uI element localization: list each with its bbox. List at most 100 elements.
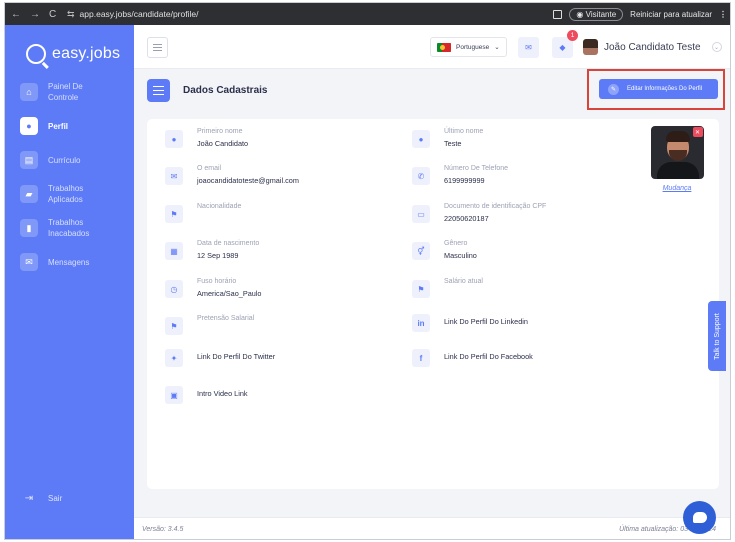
chevron-down-icon: ⌄ — [711, 42, 722, 52]
field-facebook: f Link Do Perfil Do Facebook — [412, 346, 652, 367]
sidebar-item-unfinished-jobs[interactable]: ▮ Trabalhos Inacabados — [5, 211, 134, 245]
field-value: 6199999999 — [444, 176, 485, 185]
field-value[interactable]: Link Do Perfil Do Twitter — [197, 352, 275, 361]
person-icon: ● — [20, 117, 38, 135]
sidebar-menu: ⌂ Painel De Controle ● Perfil ▤ Currícul… — [5, 75, 134, 279]
back-arrow-icon[interactable]: ← — [11, 9, 21, 20]
field-label: O email — [197, 165, 222, 172]
phone-icon: ✆ — [412, 167, 430, 185]
notification-badge: 1 — [567, 30, 578, 41]
logout-label: Sair — [48, 493, 63, 503]
field-first-name: ● Primeiro nome João Candidato — [165, 127, 405, 148]
field-value: João Candidato — [197, 139, 249, 148]
bell-icon: ◆ — [559, 43, 566, 52]
sidebar-item-applied-jobs[interactable]: ▰ Trabalhos Aplicados — [5, 177, 134, 211]
live-chat-button[interactable] — [683, 501, 716, 534]
reload-icon[interactable]: C — [49, 9, 56, 20]
clock-icon: ◷ — [165, 280, 183, 298]
user-name: João Candidato Teste — [604, 41, 701, 53]
chat-icon: ✉ — [525, 43, 532, 52]
flag-icon: ⚑ — [165, 317, 183, 335]
field-label: Pretensão Salarial — [197, 315, 255, 322]
browser-nav: ← → C — [11, 9, 67, 20]
pencil-icon: ✎ — [608, 83, 619, 95]
field-label: Primeiro nome — [197, 128, 243, 135]
field-id-document: ▭ Documento de identificação CPF 2205062… — [412, 202, 652, 223]
field-birth-date: ▦ Data de nascimento 12 Sep 1989 — [165, 239, 405, 260]
field-timezone: ◷ Fuso horário America/Sao_Paulo — [165, 277, 405, 298]
briefcase-icon: ▰ — [20, 185, 38, 203]
sidebar-item-label: Perfil — [48, 121, 69, 131]
bookmark-icon: ▮ — [20, 219, 38, 237]
browser-actions: ◉ Visitante Reiniciar para atualizar ⋮ — [553, 7, 727, 21]
person-icon: ● — [165, 130, 183, 148]
site-settings-icon[interactable]: ⇆ — [67, 9, 75, 20]
field-nationality: ⚑ Nacionalidade — [165, 202, 405, 223]
menu-toggle-button[interactable] — [147, 37, 168, 58]
logout-icon: ⇥ — [24, 492, 34, 504]
profile-card: ● Primeiro nome João Candidato ✉ O email… — [147, 119, 719, 489]
edit-profile-label: Editar Informações Do Perfil — [627, 86, 703, 92]
address-url[interactable]: app.easy.jobs/candidate/profile/ — [80, 9, 199, 19]
logo-icon — [26, 44, 46, 64]
sidebar-item-messages[interactable]: ✉ Mensagens — [5, 245, 134, 279]
sidebar-item-resume[interactable]: ▤ Currículo — [5, 143, 134, 177]
field-value: 12 Sep 1989 — [197, 251, 239, 260]
main-content: Dados Cadastrais ✎ Editar Informações Do… — [134, 69, 730, 539]
language-select[interactable]: Portuguese ⌄ — [430, 37, 507, 57]
chat-bubble-icon — [692, 512, 707, 523]
sidebar-item-profile[interactable]: ● Perfil — [5, 109, 134, 143]
field-gender: ⚥ Gênero Masculino — [412, 239, 652, 260]
field-label: Salário atual — [444, 278, 483, 285]
browser-menu-icon[interactable]: ⋮ — [719, 10, 727, 19]
section-menu-button[interactable] — [147, 79, 170, 102]
logout-button[interactable]: ⇥ Sair — [20, 489, 62, 507]
page-header: Dados Cadastrais ✎ Editar Informações Do… — [134, 69, 730, 113]
visitor-profile-button[interactable]: ◉ Visitante — [569, 7, 624, 21]
field-label: Documento de identificação CPF — [444, 203, 547, 210]
home-icon: ⌂ — [20, 83, 38, 101]
support-label: Talk to Support — [713, 312, 721, 360]
brand-logo[interactable]: easy.jobs — [5, 25, 134, 71]
sidebar-item-label: Mensagens — [48, 257, 90, 267]
language-label: Portuguese — [456, 43, 490, 51]
field-email: ✉ O email joaocandidatoteste@gmail.com — [165, 164, 405, 185]
field-value: joaocandidatoteste@gmail.com — [197, 176, 299, 185]
field-value[interactable]: Intro Video Link — [197, 389, 248, 398]
field-value: 22050620187 — [444, 214, 489, 223]
sidebar-item-label: Trabalhos Aplicados — [48, 184, 84, 204]
address-bar[interactable]: ⇆ app.easy.jobs/candidate/profile/ — [67, 9, 553, 20]
app-window: ← → C ⇆ app.easy.jobs/candidate/profile/… — [4, 2, 731, 540]
id-card-icon: ▭ — [412, 205, 430, 223]
notifications-button[interactable]: ◆ 1 — [552, 30, 578, 58]
delete-photo-icon[interactable]: ✕ — [692, 127, 703, 137]
field-label: Último nome — [444, 128, 484, 135]
field-value[interactable]: Link Do Perfil Do Linkedin — [444, 317, 528, 326]
linkedin-icon: in — [412, 314, 430, 332]
restart-update-button[interactable]: Reiniciar para atualizar — [630, 10, 712, 19]
calendar-icon: ▦ — [165, 242, 183, 260]
flag-icon: ⚑ — [165, 205, 183, 223]
talk-to-support-tab[interactable]: Talk to Support — [708, 301, 726, 371]
field-expected-salary: ⚑ Pretensão Salarial — [165, 314, 405, 335]
field-value: America/Sao_Paulo — [197, 289, 262, 298]
forward-arrow-icon[interactable]: → — [30, 9, 40, 20]
field-linkedin: in Link Do Perfil Do Linkedin — [412, 311, 652, 332]
sidebar-toggle-icon[interactable] — [553, 9, 563, 19]
browser-toolbar: ← → C ⇆ app.easy.jobs/candidate/profile/… — [5, 3, 730, 25]
messages-button[interactable]: ✉ — [518, 37, 539, 58]
edit-profile-button[interactable]: ✎ Editar Informações Do Perfil — [599, 79, 718, 99]
page-title: Dados Cadastrais — [183, 85, 268, 96]
field-current-salary: ⚑ Salário atual — [412, 277, 652, 298]
change-photo-link[interactable]: Mudança — [649, 185, 705, 192]
user-menu[interactable]: João Candidato Teste ⌄ — [583, 39, 722, 55]
sidebar-item-label: Trabalhos Inacabados — [48, 218, 90, 238]
version-text: Versão: 3.4.5 — [142, 526, 184, 533]
field-label: Gênero — [444, 240, 468, 247]
sidebar-item-dashboard[interactable]: ⌂ Painel De Controle — [5, 75, 134, 109]
document-icon: ▤ — [20, 151, 38, 169]
gender-icon: ⚥ — [412, 242, 430, 260]
field-value[interactable]: Link Do Perfil Do Facebook — [444, 352, 533, 361]
edit-button-highlight: ✎ Editar Informações Do Perfil — [587, 69, 725, 110]
field-last-name: ● Último nome Teste — [412, 127, 652, 148]
